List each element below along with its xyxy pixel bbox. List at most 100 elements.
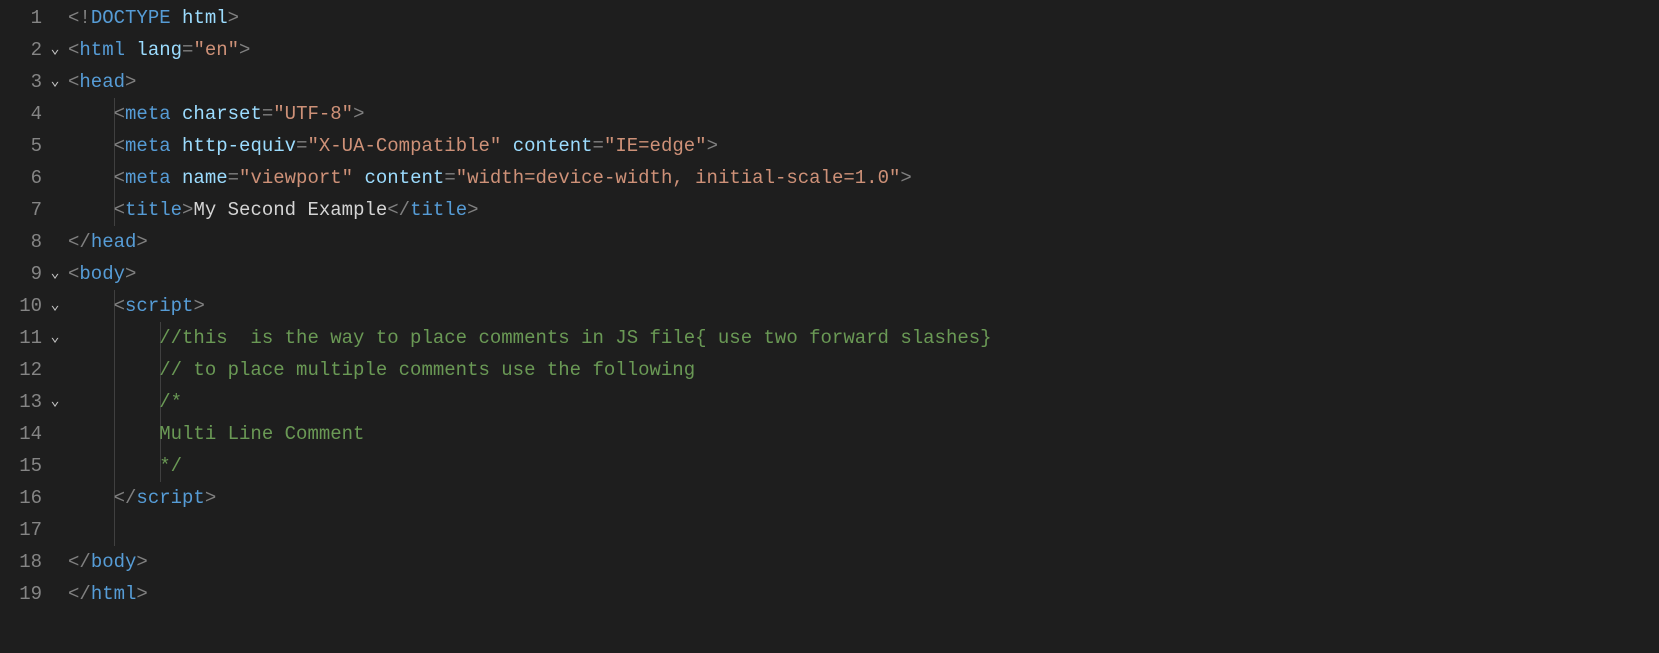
line-number: 12 [0,354,42,386]
chevron-down-icon[interactable]: ⌄ [50,34,59,66]
code-line[interactable]: //this is the way to place comments in J… [68,322,1659,354]
code-token: html [79,39,125,61]
fold-toggle [42,194,68,226]
fold-toggle [42,482,68,514]
code-token: /* [159,391,182,413]
code-line[interactable]: <body> [68,258,1659,290]
fold-toggle [42,354,68,386]
code-token: = [444,167,455,189]
fold-toggle[interactable]: ⌄ [42,290,68,322]
code-token [501,135,512,157]
code-token: > [467,199,478,221]
line-number: 1 [0,2,42,34]
code-token: > [900,167,911,189]
code-line[interactable]: <html lang="en"> [68,34,1659,66]
code-token: = [296,135,307,157]
code-line[interactable]: // to place multiple comments use the fo… [68,354,1659,386]
code-token: title [410,199,467,221]
code-line[interactable]: </body> [68,546,1659,578]
fold-toggle [42,98,68,130]
code-line[interactable]: /* [68,386,1659,418]
code-token: < [114,103,125,125]
fold-toggle[interactable]: ⌄ [42,258,68,290]
code-token: > [205,487,216,509]
chevron-down-icon[interactable]: ⌄ [50,322,59,354]
code-token: //this is the way to place comments in J… [159,327,991,349]
code-line[interactable]: Multi Line Comment [68,418,1659,450]
code-token: My Second Example [193,199,387,221]
code-token: meta [125,135,171,157]
indent-guide [114,514,115,546]
code-token: = [262,103,273,125]
code-token: http-equiv [182,135,296,157]
code-token: </ [68,231,91,253]
code-token: < [114,199,125,221]
code-token: script [125,295,193,317]
code-token: < [114,167,125,189]
code-token [171,103,182,125]
code-token: > [239,39,250,61]
code-line[interactable] [68,514,1659,546]
chevron-down-icon[interactable]: ⌄ [50,66,59,98]
code-token: head [79,71,125,93]
fold-toggle [42,226,68,258]
fold-toggle[interactable]: ⌄ [42,386,68,418]
code-line[interactable]: <head> [68,66,1659,98]
line-number: 10 [0,290,42,322]
fold-toggle [42,162,68,194]
code-token: DOCTYPE [91,7,171,29]
fold-toggle[interactable]: ⌄ [42,322,68,354]
code-token: title [125,199,182,221]
chevron-down-icon[interactable]: ⌄ [50,386,59,418]
code-token: html [182,7,228,29]
code-token: head [91,231,137,253]
code-token: content [513,135,593,157]
line-number: 9 [0,258,42,290]
code-line[interactable]: <meta name="viewport" content="width=dev… [68,162,1659,194]
code-token: </ [68,583,91,605]
code-line[interactable]: <meta charset="UTF-8"> [68,98,1659,130]
code-line[interactable]: </script> [68,482,1659,514]
code-token [171,167,182,189]
fold-toggle[interactable]: ⌄ [42,34,68,66]
fold-toggle [42,546,68,578]
code-token: > [125,263,136,285]
fold-toggle [42,514,68,546]
code-line[interactable]: <title>My Second Example</title> [68,194,1659,226]
code-token: = [182,39,193,61]
code-line[interactable]: */ [68,450,1659,482]
code-area[interactable]: <!DOCTYPE html><html lang="en"><head> <m… [68,0,1659,653]
chevron-down-icon[interactable]: ⌄ [50,290,59,322]
code-token: < [114,135,125,157]
line-number: 19 [0,578,42,610]
fold-toggle [42,418,68,450]
code-token: // to place multiple comments use the fo… [159,359,695,381]
code-line[interactable]: <meta http-equiv="X-UA-Compatible" conte… [68,130,1659,162]
line-number: 4 [0,98,42,130]
line-number: 18 [0,546,42,578]
code-token: > [136,231,147,253]
fold-toggle[interactable]: ⌄ [42,66,68,98]
code-token: > [125,71,136,93]
fold-toggle [42,130,68,162]
code-editor[interactable]: 12⌄3⌄456789⌄10⌄11⌄1213⌄141516171819 <!DO… [0,0,1659,653]
code-token: > [193,295,204,317]
fold-toggle [42,2,68,34]
code-token [171,135,182,157]
code-token: < [68,39,79,61]
code-line[interactable]: <!DOCTYPE html> [68,2,1659,34]
code-token: "IE=edge" [604,135,707,157]
code-line[interactable]: <script> [68,290,1659,322]
code-token: </ [68,551,91,573]
line-number: 15 [0,450,42,482]
fold-toggle [42,450,68,482]
code-token: > [353,103,364,125]
chevron-down-icon[interactable]: ⌄ [50,258,59,290]
code-token: "viewport" [239,167,353,189]
code-token: = [228,167,239,189]
code-token: < [114,295,125,317]
code-token: > [707,135,718,157]
code-token: "UTF-8" [273,103,353,125]
code-line[interactable]: </html> [68,578,1659,610]
code-line[interactable]: </head> [68,226,1659,258]
